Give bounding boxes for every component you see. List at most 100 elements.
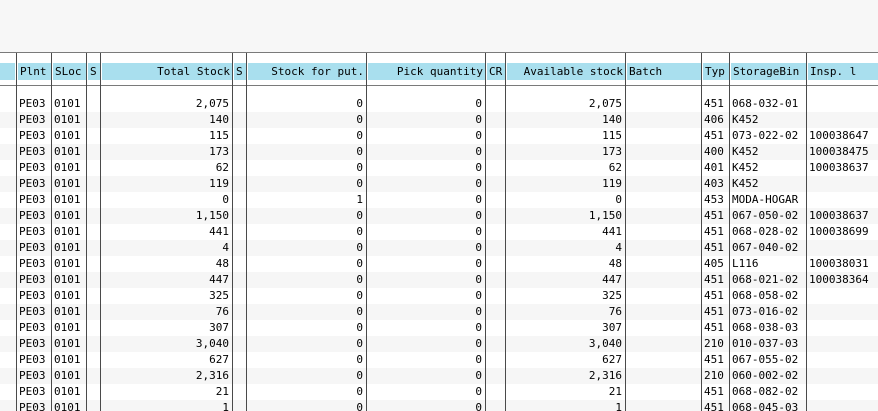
column-header-plant[interactable]: Plnt (18, 63, 51, 80)
cell-sloc[interactable]: 0101 (52, 256, 85, 272)
cell-avail[interactable]: 1 (506, 400, 624, 411)
table-row[interactable]: PE03 0101 1 0 0 1 451 068-045-03 (0, 400, 878, 411)
cell-plant[interactable]: PE03 (17, 240, 50, 256)
cell-insp[interactable]: 100038031 (807, 256, 878, 272)
cell-plant[interactable]: PE03 (17, 160, 50, 176)
cell-sloc[interactable]: 0101 (52, 384, 85, 400)
cell-insp[interactable] (807, 352, 878, 368)
cell-sloc[interactable]: 0101 (52, 400, 85, 411)
column-header-typ[interactable]: Typ (703, 63, 729, 80)
cell-total[interactable]: 627 (101, 352, 231, 368)
cell-pick[interactable]: 0 (367, 208, 484, 224)
cell-bin[interactable]: K452 (730, 160, 805, 176)
column-header-c0[interactable] (0, 63, 15, 80)
cell-total[interactable]: 2,075 (101, 96, 231, 112)
cell-sloc[interactable]: 0101 (52, 96, 85, 112)
cell-insp[interactable] (807, 368, 878, 384)
table-row[interactable]: PE03 0101 4 0 0 4 451 067-040-02 (0, 240, 878, 256)
cell-sloc[interactable]: 0101 (52, 144, 85, 160)
cell-total[interactable]: 1 (101, 400, 231, 411)
table-row[interactable]: PE03 0101 0 1 0 0 453 MODA-HOGAR (0, 192, 878, 208)
cell-avail[interactable]: 2,075 (506, 96, 624, 112)
cell-bin[interactable]: 010-037-03 (730, 336, 805, 352)
cell-typ[interactable]: 400 (702, 144, 728, 160)
cell-sloc[interactable]: 0101 (52, 320, 85, 336)
column-header-s1[interactable]: S (88, 63, 100, 80)
cell-bin[interactable]: 068-058-02 (730, 288, 805, 304)
cell-bin[interactable]: 068-032-01 (730, 96, 805, 112)
cell-avail[interactable]: 21 (506, 384, 624, 400)
cell-pick[interactable]: 0 (367, 256, 484, 272)
cell-insp[interactable] (807, 176, 878, 192)
cell-pick[interactable]: 0 (367, 112, 484, 128)
column-header-total[interactable]: Total Stock (102, 63, 232, 80)
cell-insp[interactable]: 100038475 (807, 144, 878, 160)
cell-putaway[interactable]: 0 (247, 304, 365, 320)
cell-avail[interactable]: 325 (506, 288, 624, 304)
cell-sloc[interactable]: 0101 (52, 160, 85, 176)
cell-putaway[interactable]: 0 (247, 240, 365, 256)
cell-putaway[interactable]: 0 (247, 208, 365, 224)
cell-typ[interactable]: 451 (702, 320, 728, 336)
column-header-avail[interactable]: Available stock (507, 63, 625, 80)
cell-insp[interactable]: 100038637 (807, 208, 878, 224)
table-row[interactable]: PE03 0101 115 0 0 115 451 073-022-02 100038647 (0, 128, 878, 144)
cell-bin[interactable]: 067-040-02 (730, 240, 805, 256)
cell-avail[interactable]: 62 (506, 160, 624, 176)
table-row[interactable]: PE03 0101 2,316 0 0 2,316 210 060-002-02 (0, 368, 878, 384)
cell-putaway[interactable]: 0 (247, 176, 365, 192)
cell-sloc[interactable]: 0101 (52, 368, 85, 384)
column-header-sloc[interactable]: SLoc (53, 63, 86, 80)
cell-putaway[interactable]: 0 (247, 112, 365, 128)
cell-bin[interactable]: 068-038-03 (730, 320, 805, 336)
cell-bin[interactable]: 067-050-02 (730, 208, 805, 224)
column-header-putaway[interactable]: Stock for put. (248, 63, 366, 80)
cell-insp[interactable] (807, 400, 878, 411)
table-row[interactable]: PE03 0101 1,150 0 0 1,150 451 067-050-02 1000386… (0, 208, 878, 224)
cell-putaway[interactable]: 0 (247, 256, 365, 272)
cell-insp[interactable] (807, 112, 878, 128)
cell-sloc[interactable]: 0101 (52, 272, 85, 288)
stock-overview-grid[interactable]: Plnt SLoc S Total Stock S Stock for put. Pick … (0, 52, 878, 411)
cell-bin[interactable]: K452 (730, 144, 805, 160)
cell-typ[interactable]: 451 (702, 128, 728, 144)
cell-putaway[interactable]: 0 (247, 368, 365, 384)
cell-insp[interactable] (807, 304, 878, 320)
cell-plant[interactable]: PE03 (17, 400, 50, 411)
cell-sloc[interactable]: 0101 (52, 208, 85, 224)
table-row[interactable]: PE03 0101 119 0 0 119 403 K452 (0, 176, 878, 192)
cell-bin[interactable]: 068-045-03 (730, 400, 805, 411)
cell-total[interactable]: 447 (101, 272, 231, 288)
cell-plant[interactable]: PE03 (17, 144, 50, 160)
cell-pick[interactable]: 0 (367, 128, 484, 144)
cell-bin[interactable]: 067-055-02 (730, 352, 805, 368)
cell-putaway[interactable]: 0 (247, 160, 365, 176)
table-row[interactable]: PE03 0101 173 0 0 173 400 K452 100038475 (0, 144, 878, 160)
cell-avail[interactable]: 1,150 (506, 208, 624, 224)
table-row[interactable]: PE03 0101 2,075 0 0 2,075 451 068-032-01 (0, 96, 878, 112)
cell-avail[interactable]: 115 (506, 128, 624, 144)
cell-typ[interactable]: 210 (702, 336, 728, 352)
cell-insp[interactable] (807, 288, 878, 304)
cell-pick[interactable]: 0 (367, 400, 484, 411)
cell-insp[interactable] (807, 336, 878, 352)
cell-plant[interactable]: PE03 (17, 304, 50, 320)
cell-plant[interactable]: PE03 (17, 336, 50, 352)
cell-total[interactable]: 325 (101, 288, 231, 304)
cell-total[interactable]: 48 (101, 256, 231, 272)
cell-sloc[interactable]: 0101 (52, 176, 85, 192)
cell-typ[interactable]: 451 (702, 384, 728, 400)
cell-total[interactable]: 140 (101, 112, 231, 128)
cell-insp[interactable]: 100038637 (807, 160, 878, 176)
cell-bin[interactable]: MODA-HOGAR (730, 192, 805, 208)
cell-plant[interactable]: PE03 (17, 368, 50, 384)
cell-putaway[interactable]: 0 (247, 224, 365, 240)
cell-total[interactable]: 173 (101, 144, 231, 160)
cell-typ[interactable]: 451 (702, 304, 728, 320)
cell-bin[interactable]: 068-028-02 (730, 224, 805, 240)
cell-total[interactable]: 119 (101, 176, 231, 192)
cell-total[interactable]: 307 (101, 320, 231, 336)
table-row[interactable]: PE03 0101 307 0 0 307 451 068-038-03 (0, 320, 878, 336)
cell-pick[interactable]: 0 (367, 144, 484, 160)
cell-sloc[interactable]: 0101 (52, 288, 85, 304)
